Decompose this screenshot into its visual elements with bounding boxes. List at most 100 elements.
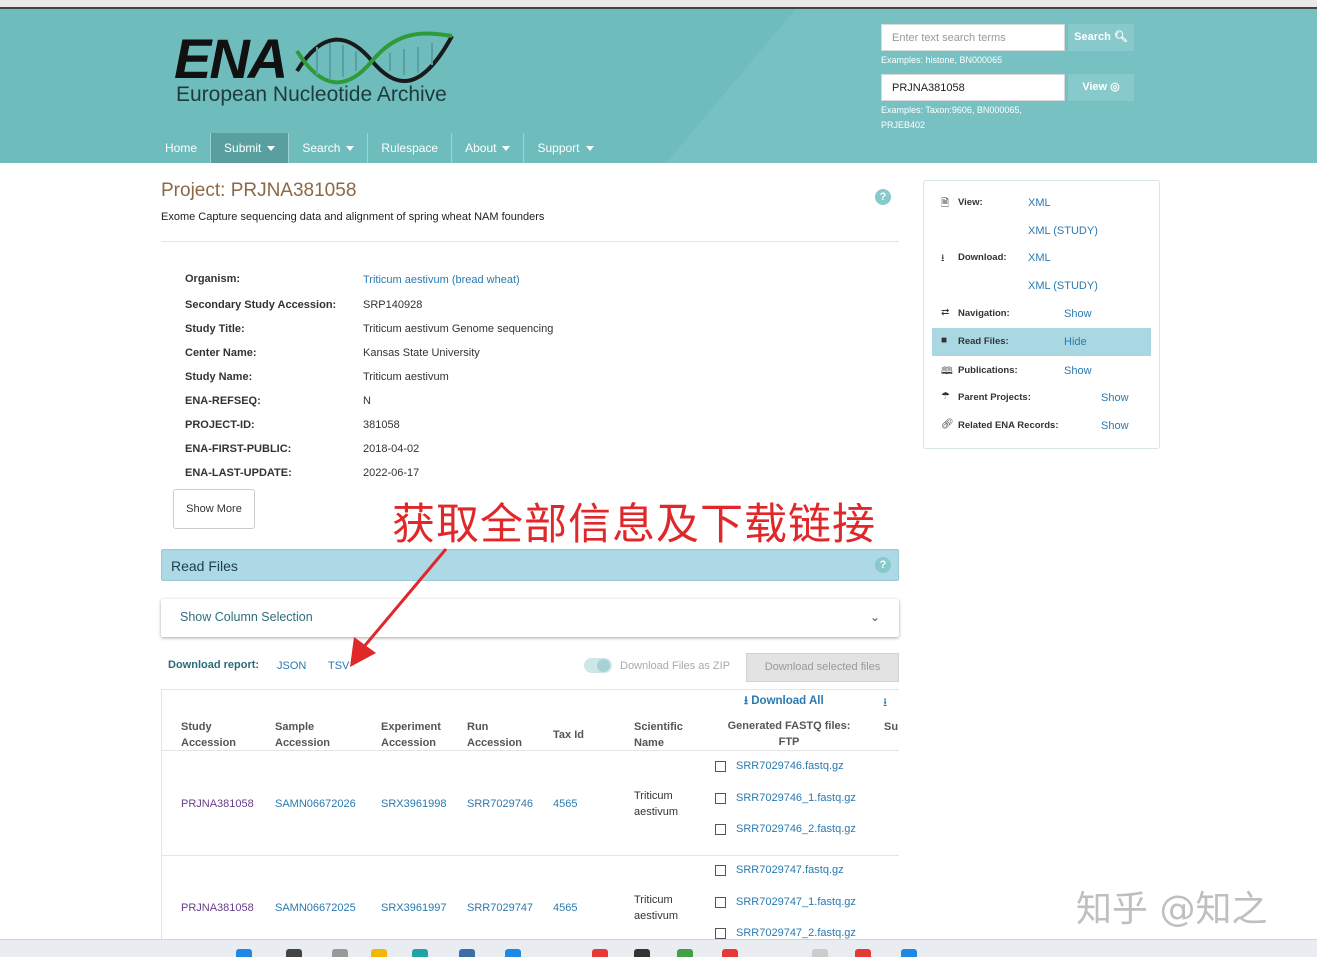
fastq-file-link[interactable]: SRR7029747.fastq.gz	[736, 864, 844, 876]
file-checkbox[interactable]	[715, 761, 726, 772]
sidebar-view-xml-study[interactable]: XML (STUDY)	[1028, 225, 1098, 237]
zip-toggle-label: Download Files as ZIP	[620, 660, 731, 672]
cell-run-accession[interactable]: SRR7029747	[467, 902, 533, 914]
nav-support-label: Support	[537, 141, 580, 155]
sidebar-download-xml-study[interactable]: XML (STUDY)	[1028, 280, 1098, 292]
cell-scientific-name: Triticum aestivum	[634, 790, 679, 818]
os-taskbar	[0, 939, 1317, 957]
sidebar-publications-label: Publications:	[958, 365, 1018, 376]
download-all-label: Download All	[751, 695, 824, 707]
page-title: Project: PRJNA381058	[161, 180, 357, 201]
search-button[interactable]: Search 🔍︎	[1068, 24, 1134, 51]
sidebar-download-xml[interactable]: XML	[1028, 252, 1051, 264]
zip-toggle[interactable]	[584, 658, 612, 673]
column-header-run[interactable]: Run Accession	[467, 719, 529, 751]
help-icon[interactable]: ?	[875, 189, 891, 205]
fastq-file-link[interactable]: SRR7029747_1.fastq.gz	[736, 896, 856, 908]
file-checkbox[interactable]	[715, 897, 726, 908]
cell-tax-id[interactable]: 4565	[553, 902, 577, 914]
nav-submit[interactable]: Submit	[211, 133, 290, 163]
help-icon[interactable]: ?	[875, 557, 891, 573]
field-study-name-value: Triticum aestivum	[363, 371, 449, 383]
row-divider	[162, 750, 899, 751]
file-checkbox[interactable]	[715, 824, 726, 835]
sidebar-download-label: Download:	[958, 252, 1007, 263]
sidebar-panel: 🗎︎ View: XML XML (STUDY) ⭳ Download: XML…	[923, 180, 1160, 449]
fastq-file-link[interactable]: SRR7029746_1.fastq.gz	[736, 792, 856, 804]
sidebar-related-label: Related ENA Records:	[958, 420, 1059, 431]
fastq-file-link[interactable]: SRR7029746.fastq.gz	[736, 760, 844, 772]
view-button-label: View	[1082, 81, 1108, 93]
row-divider	[162, 855, 899, 856]
column-selection-panel[interactable]: Show Column Selection ⌄	[161, 599, 899, 637]
fastq-file-link[interactable]: SRR7029747_2.fastq.gz	[736, 927, 856, 939]
column-header-scientific-name[interactable]: Scientific Name	[634, 719, 694, 751]
download-icon[interactable]: ⭳	[883, 693, 887, 714]
text-search-input[interactable]: Enter text search terms	[881, 24, 1065, 51]
nav-about[interactable]: About	[452, 133, 525, 163]
annotation-arrow-icon	[350, 548, 448, 667]
download-selected-button[interactable]: Download selected files	[746, 653, 899, 682]
show-more-button[interactable]: Show More	[173, 489, 255, 529]
file-checkbox[interactable]	[715, 865, 726, 876]
project-description: Exome Capture sequencing data and alignm…	[161, 211, 545, 223]
field-first-public-label: ENA-FIRST-PUBLIC:	[185, 443, 292, 455]
caret-down-icon	[346, 146, 355, 152]
caret-down-icon	[267, 146, 276, 152]
read-files-header: Read Files ?	[161, 549, 899, 581]
nav-rulespace[interactable]: Rulespace	[368, 133, 453, 163]
field-study-title-value: Triticum aestivum Genome sequencing	[363, 323, 554, 335]
column-header-taxid[interactable]: Tax Id	[553, 727, 584, 743]
field-secondary-accession-label: Secondary Study Accession:	[185, 299, 337, 311]
sidebar-related-show[interactable]: Show	[1101, 420, 1129, 432]
column-header-sample[interactable]: Sample Accession	[275, 719, 345, 751]
logo-subtitle: European Nucleotide Archive	[176, 83, 447, 106]
field-refseq-label: ENA-REFSEQ:	[185, 395, 261, 407]
caret-down-icon	[502, 146, 511, 152]
nav-home[interactable]: Home	[152, 133, 212, 163]
cell-tax-id[interactable]: 4565	[553, 798, 577, 810]
file-checkbox[interactable]	[715, 928, 726, 939]
fastq-file-link[interactable]: SRR7029746_2.fastq.gz	[736, 823, 856, 835]
sidebar-readfiles-hide[interactable]: Hide	[1064, 336, 1087, 348]
cell-experiment-accession[interactable]: SRX3961998	[381, 798, 446, 810]
download-json-link[interactable]: JSON	[277, 660, 306, 672]
download-all-button[interactable]: ⭳ Download All	[744, 693, 824, 712]
book-icon: 🕮︎	[941, 366, 953, 377]
download-icon: ⭳	[744, 695, 749, 707]
accession-view-input[interactable]: PRJNA381058	[881, 74, 1065, 101]
main-nav: Home Submit Search Rulespace About Suppo…	[152, 133, 607, 163]
field-organism-label: Organism:	[185, 273, 241, 285]
column-header-submitted[interactable]: Su	[884, 719, 898, 735]
sidebar-publications-show[interactable]: Show	[1064, 365, 1092, 377]
sidebar-navigation-label: Navigation:	[958, 308, 1010, 319]
cell-run-accession[interactable]: SRR7029746	[467, 798, 533, 810]
chevron-down-icon: ⌄	[870, 610, 881, 624]
cell-experiment-accession[interactable]: SRX3961997	[381, 902, 446, 914]
sidebar-view-label: View:	[958, 197, 983, 208]
search-icon: 🔍︎	[1113, 31, 1128, 43]
cell-study-accession[interactable]: PRJNA381058	[181, 902, 254, 914]
nav-submit-label: Submit	[224, 141, 262, 155]
cell-study-accession[interactable]: PRJNA381058	[181, 798, 254, 810]
cell-sample-accession[interactable]: SAMN06672026	[275, 798, 356, 810]
sidebar-parent-show[interactable]: Show	[1101, 392, 1129, 404]
sidebar-navigation-show[interactable]: Show	[1064, 308, 1092, 320]
column-header-study[interactable]: Study Accession	[181, 719, 251, 751]
column-header-fastq-ftp[interactable]: Generated FASTQ files: FTP	[719, 718, 859, 750]
cell-sample-accession[interactable]: SAMN06672025	[275, 902, 356, 914]
column-header-experiment[interactable]: Experiment Accession	[381, 719, 451, 751]
ena-logo[interactable]: ENA European Nucleotide Archive	[174, 31, 464, 111]
link-icon: 🔗︎	[941, 419, 954, 430]
file-checkbox[interactable]	[715, 793, 726, 804]
view-examples: Examples: Taxon:9606, BN000065, PRJEB402	[881, 105, 1022, 130]
logo-text: ENA	[174, 27, 288, 90]
field-center-name-label: Center Name:	[185, 347, 257, 359]
nav-search[interactable]: Search	[289, 133, 369, 163]
view-button[interactable]: View ◎	[1068, 74, 1134, 101]
nav-support[interactable]: Support	[524, 133, 606, 163]
field-organism-value[interactable]: Triticum aestivum (bread wheat)	[363, 274, 520, 286]
exchange-icon: ⇄	[941, 307, 950, 318]
sidebar-view-xml[interactable]: XML	[1028, 197, 1051, 209]
sidebar-parent-label: Parent Projects:	[958, 392, 1031, 403]
